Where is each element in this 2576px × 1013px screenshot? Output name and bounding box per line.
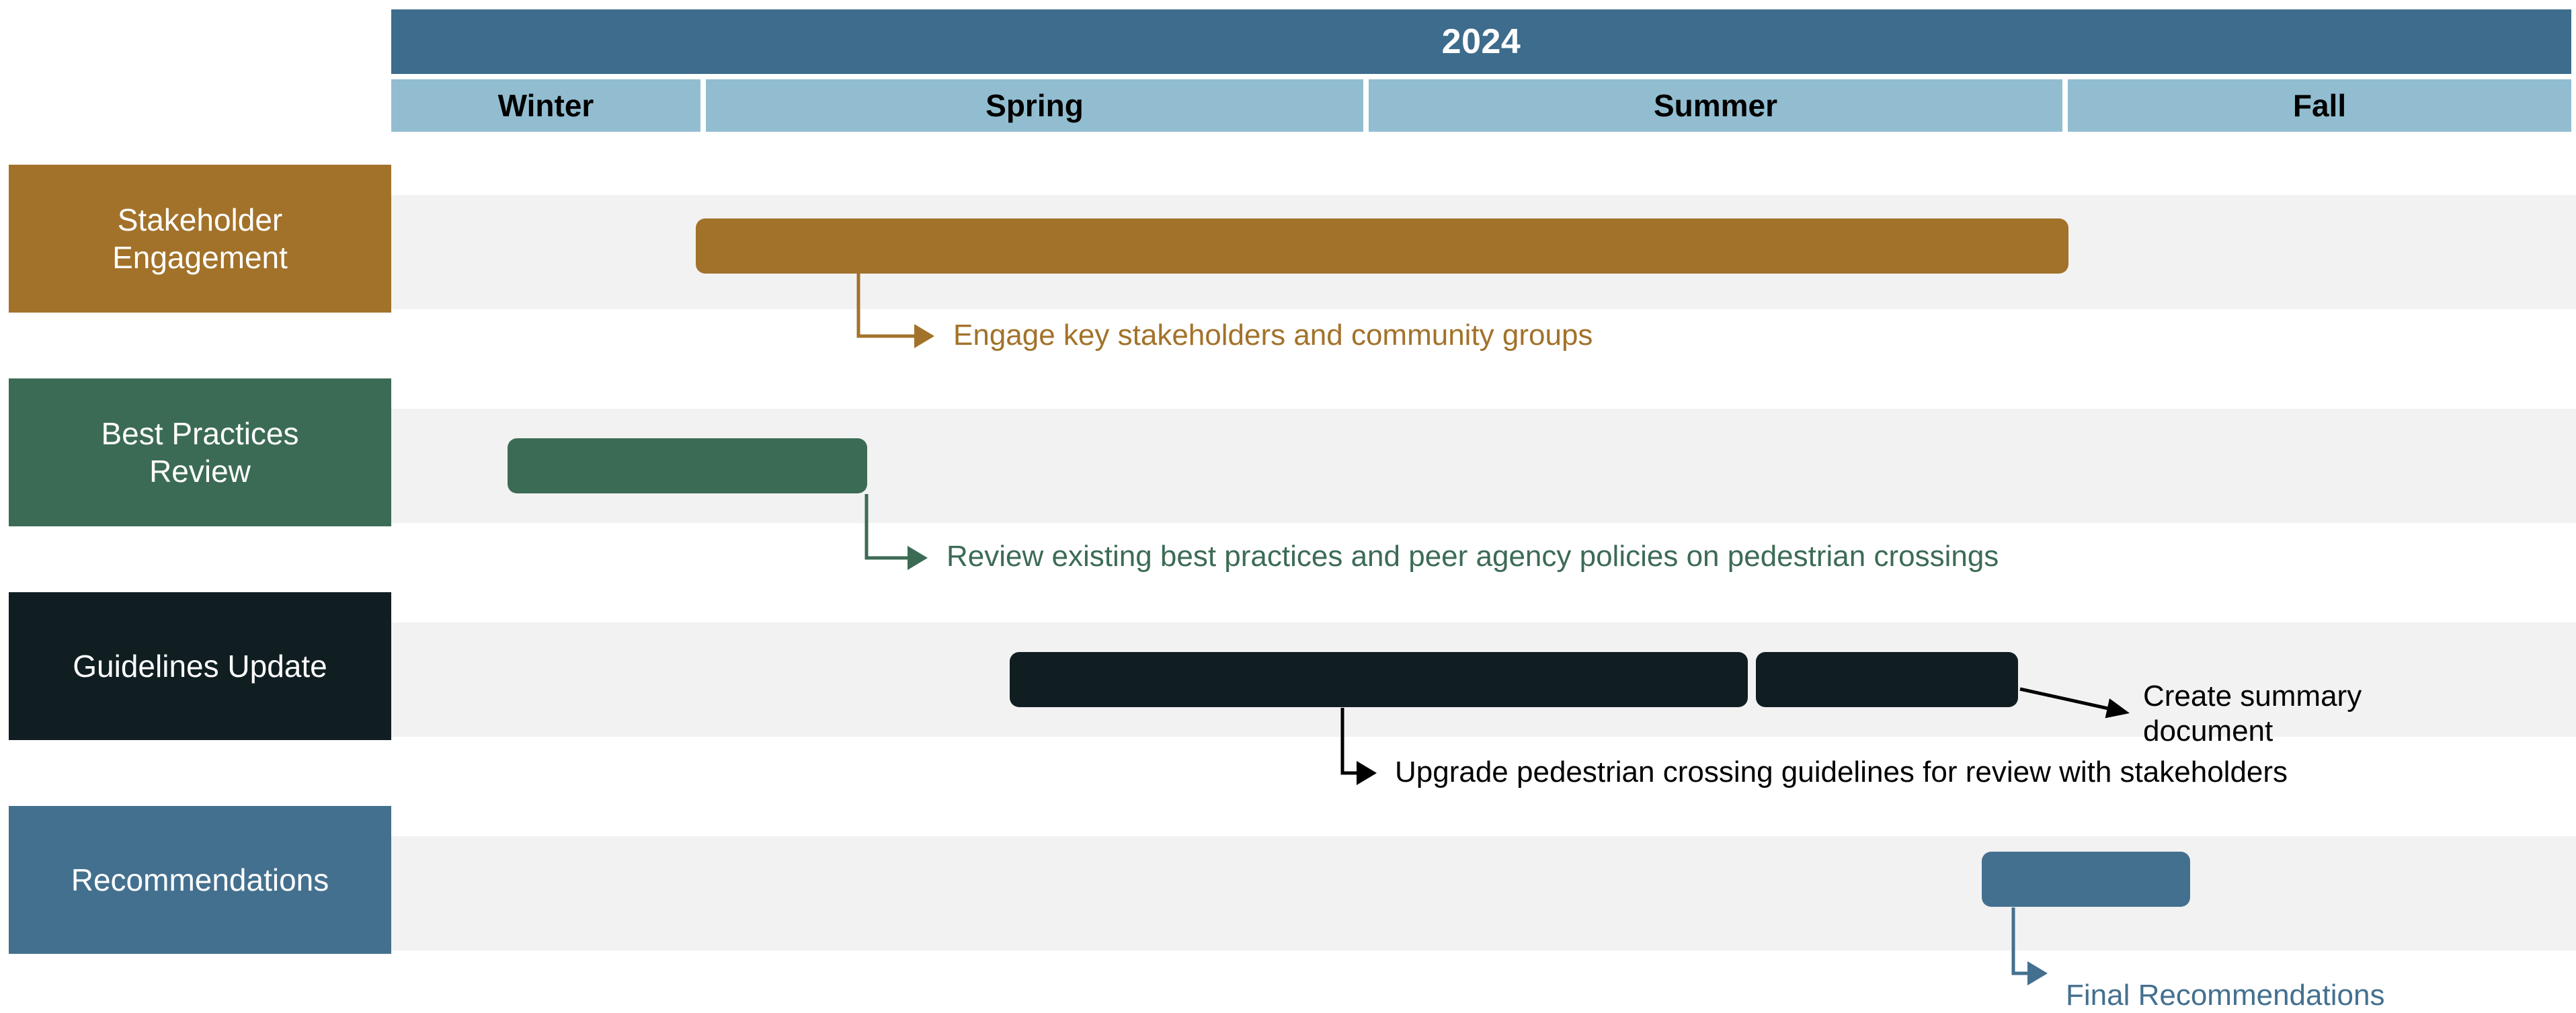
season-header-spring[interactable]: Spring (706, 79, 1366, 132)
annotation-3: Final Recommendations (2066, 979, 2385, 1012)
row-label-1[interactable]: Best Practices Review (9, 378, 391, 526)
task-bar-1-0[interactable] (508, 438, 867, 493)
gantt-chart: 2024 Winter Spring Summer Fall Stakeholder E… (0, 0, 2576, 1012)
row-label-3[interactable]: Recommendations (9, 806, 391, 954)
task-bar-2-1[interactable] (1756, 652, 2018, 707)
task-bar-3-0[interactable] (1982, 852, 2190, 907)
annotation-1: Review existing best practices and peer … (947, 540, 1999, 573)
season-header-summer[interactable]: Summer (1369, 79, 2065, 132)
season-header-fall[interactable]: Fall (2068, 79, 2571, 132)
task-bar-2-0[interactable] (1010, 652, 1748, 707)
row-label-2[interactable]: Guidelines Update (9, 592, 391, 740)
task-bar-0-0[interactable] (696, 218, 2068, 274)
lane-band-3 (391, 836, 2576, 950)
annotation-secondary-2: Create summary document (2143, 680, 2362, 747)
year-header: 2024 (391, 9, 2571, 74)
annotation-2: Upgrade pedestrian crossing guidelines f… (1395, 756, 2288, 788)
annotation-0: Engage key stakeholders and community gr… (953, 319, 1593, 352)
season-header-winter[interactable]: Winter (391, 79, 703, 132)
row-label-0[interactable]: Stakeholder Engagement (9, 165, 391, 313)
